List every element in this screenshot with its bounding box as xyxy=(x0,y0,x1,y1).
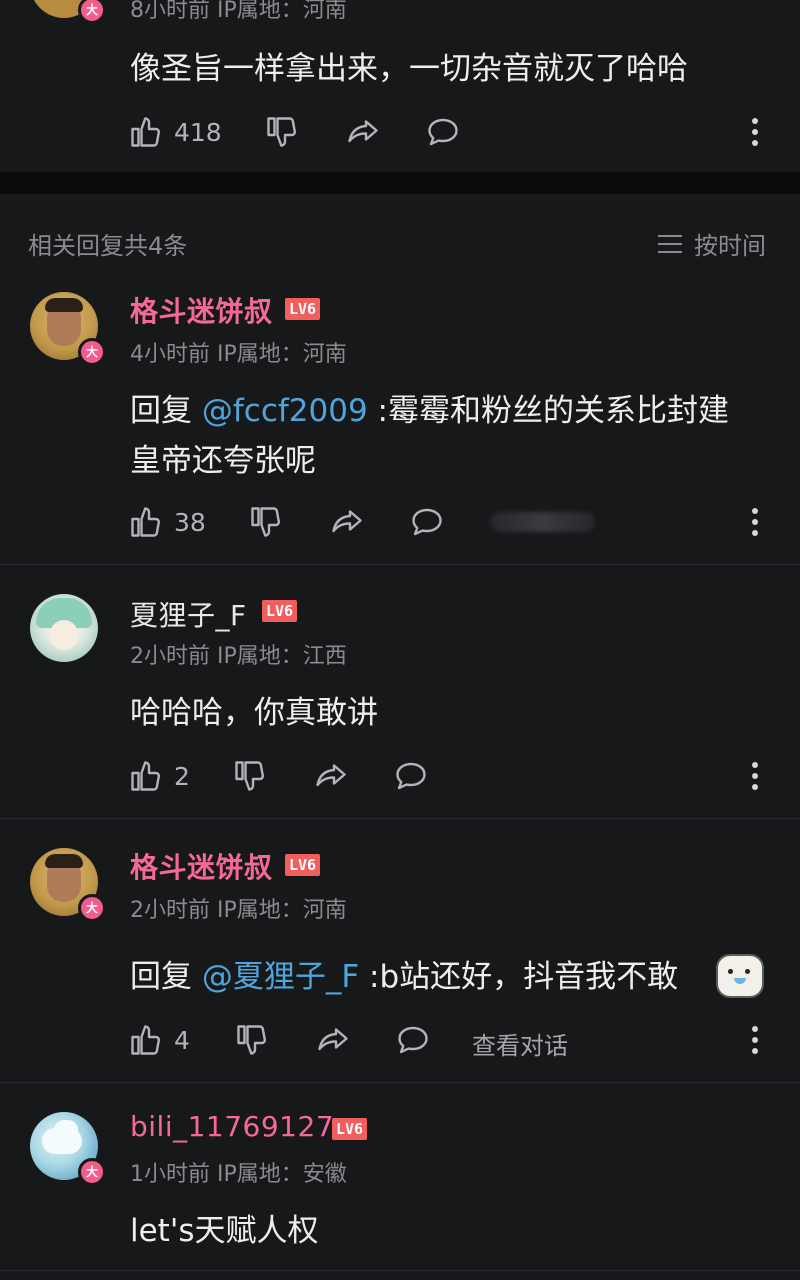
level-badge: LV6 xyxy=(285,298,321,320)
mention-link[interactable]: @夏狸子_F xyxy=(202,959,359,995)
vip-badge: 大 xyxy=(78,894,106,922)
more-icon[interactable] xyxy=(752,508,760,541)
comment-text-body: :b站还好，抖音我不敢 xyxy=(359,959,679,995)
comment-text-line2: 皇帝还夸张呢 xyxy=(130,443,316,479)
vip-badge: 大 xyxy=(78,0,106,24)
comment-meta: 4小时前 IP属地：河南 xyxy=(130,342,347,367)
comment-text: 回复 @fccf2009 :霉霉和粉丝的关系比封建 xyxy=(130,386,780,436)
emoji-sticker xyxy=(716,954,764,998)
share-icon xyxy=(348,120,378,143)
blurred-element xyxy=(490,512,595,532)
username[interactable]: 格斗迷饼叔 xyxy=(130,846,273,886)
like-button[interactable]: 418 xyxy=(128,114,222,150)
thumbs-up-icon xyxy=(131,507,160,537)
dislike-button[interactable] xyxy=(234,1022,270,1058)
like-button[interactable]: 38 xyxy=(128,504,206,540)
thumbs-up-icon xyxy=(131,117,160,147)
divider xyxy=(0,1082,800,1083)
comment-text: let's天赋人权 xyxy=(130,1213,319,1249)
avatar[interactable]: 大 xyxy=(30,0,106,24)
like-count: 418 xyxy=(174,117,222,147)
comment-meta: 2小时前 IP属地：河南 xyxy=(130,898,347,923)
sort-icon xyxy=(658,234,682,253)
reply-count-title: 相关回复共4条 xyxy=(28,232,188,260)
comment-text: 像圣旨一样拿出来，一切杂音就灭了哈哈 xyxy=(130,51,688,87)
section-divider xyxy=(0,172,800,194)
reply-prefix: 回复 xyxy=(130,393,202,429)
reply-button[interactable] xyxy=(408,504,446,540)
like-count: 4 xyxy=(174,1025,190,1055)
divider xyxy=(0,1270,800,1271)
comment-icon xyxy=(396,762,426,790)
comment-text-line1: :霉霉和粉丝的关系比封建 xyxy=(367,393,729,429)
comment-text: 哈哈哈，你真敢讲 xyxy=(130,695,378,731)
share-icon xyxy=(318,1028,348,1051)
comment-meta: 1小时前 IP属地：安徽 xyxy=(130,1162,347,1187)
dislike-button[interactable] xyxy=(232,758,268,794)
reply-button[interactable] xyxy=(394,1022,432,1058)
share-button[interactable] xyxy=(314,1022,352,1058)
share-icon xyxy=(316,764,346,787)
avatar[interactable]: 大 xyxy=(30,1112,106,1186)
reply-button[interactable] xyxy=(392,758,430,794)
username[interactable]: 格斗迷饼叔 xyxy=(130,290,273,330)
thumbs-down-icon xyxy=(237,1025,266,1055)
like-button[interactable]: 4 xyxy=(128,1022,190,1058)
comment-meta: 2小时前 IP属地：江西 xyxy=(130,644,347,669)
dislike-button[interactable] xyxy=(264,114,300,150)
thumbs-down-icon xyxy=(235,761,264,791)
username[interactable]: 夏狸子_F xyxy=(130,594,247,634)
level-badge: LV6 xyxy=(285,854,321,876)
avatar[interactable] xyxy=(30,594,102,666)
vip-badge: 大 xyxy=(78,1158,106,1186)
share-icon xyxy=(332,510,362,533)
more-icon[interactable] xyxy=(752,118,760,151)
like-count: 2 xyxy=(174,761,190,791)
thumbs-down-icon xyxy=(267,117,296,147)
avatar[interactable]: 大 xyxy=(30,848,106,922)
like-button[interactable]: 2 xyxy=(128,758,190,794)
like-count: 38 xyxy=(174,507,206,537)
divider xyxy=(0,818,800,819)
comment-meta: 8小时前 IP属地：河南 xyxy=(130,0,347,23)
level-badge: LV6 xyxy=(262,600,298,622)
username[interactable]: bili_11769127 xyxy=(130,1110,334,1143)
reply-button[interactable] xyxy=(424,114,462,150)
comment-icon xyxy=(428,118,458,146)
comment-icon xyxy=(398,1026,428,1054)
more-icon[interactable] xyxy=(752,1026,760,1059)
thumbs-up-icon xyxy=(131,761,160,791)
thumbs-up-icon xyxy=(131,1025,160,1055)
view-conversation-link[interactable]: 查看对话 xyxy=(472,1026,568,1061)
share-button[interactable] xyxy=(312,758,350,794)
share-button[interactable] xyxy=(328,504,366,540)
vip-badge: 大 xyxy=(78,338,106,366)
comment-text: 回复 @夏狸子_F :b站还好，抖音我不敢 xyxy=(130,952,770,1002)
divider xyxy=(0,564,800,565)
top-comment: 大 8小时前 IP属地：河南 像圣旨一样拿出来，一切杂音就灭了哈哈 418 xyxy=(0,0,800,172)
sort-label: 按时间 xyxy=(694,232,766,260)
comment-icon xyxy=(412,508,442,536)
reply-prefix: 回复 xyxy=(130,959,202,995)
more-icon[interactable] xyxy=(752,762,760,795)
avatar[interactable]: 大 xyxy=(30,292,106,366)
level-badge: LV6 xyxy=(332,1118,368,1140)
dislike-button[interactable] xyxy=(248,504,284,540)
share-button[interactable] xyxy=(344,114,382,150)
mention-link[interactable]: @fccf2009 xyxy=(202,393,368,429)
thumbs-down-icon xyxy=(251,507,280,537)
sort-button[interactable]: 按时间 xyxy=(656,226,766,261)
